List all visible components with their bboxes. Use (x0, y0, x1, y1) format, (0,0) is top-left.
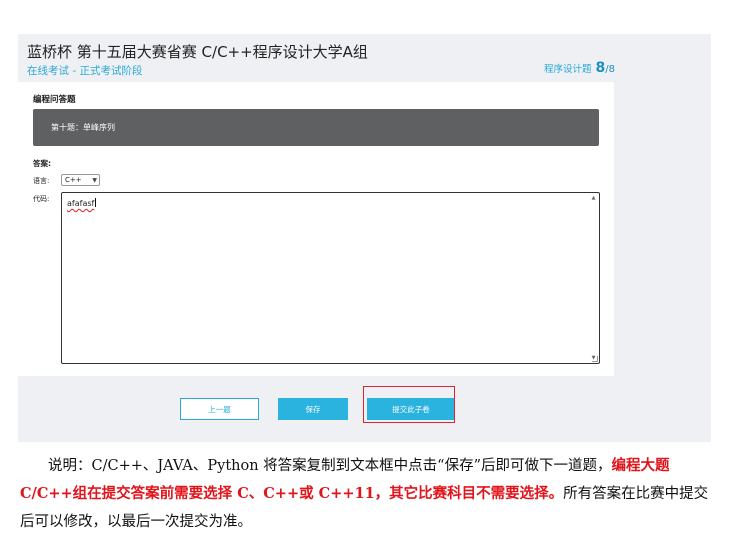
question-progress: 程序设计题 8/8 (544, 60, 615, 76)
scroll-up-icon[interactable]: ▲ (590, 195, 597, 201)
progress-total: /8 (605, 64, 615, 75)
vertical-scrollbar[interactable]: ▲ ▼ (590, 195, 597, 361)
code-text: afafasf (67, 199, 95, 208)
instruction-caption: 说明：C/C++、JAVA、Python 将答案复制到文本框中点击“保存”后即可… (20, 452, 718, 536)
chevron-down-icon: ▼ (92, 176, 97, 184)
question-title-bar: 第十题：单峰序列 (33, 109, 599, 146)
language-select[interactable]: C++ ▼ (61, 174, 100, 186)
exam-screenshot: 蓝桥杯 第十五届大赛省赛 C/C++程序设计大学A组 在线考试 - 正式考试阶段… (18, 34, 711, 442)
code-label: 代码: (33, 195, 50, 203)
language-selected-value: C++ (65, 176, 82, 184)
question-panel: 编程问答题 第十题：单峰序列 答案: 语言: C++ ▼ 代码: afafasf… (18, 82, 614, 376)
progress-current: 8 (595, 60, 606, 76)
resize-grip-icon[interactable] (592, 356, 598, 362)
question-title: 第十题：单峰序列 (51, 123, 115, 132)
exam-stage: 在线考试 - 正式考试阶段 (27, 65, 143, 77)
submit-paper-button[interactable]: 提交此子卷 (367, 398, 455, 420)
save-button[interactable]: 保存 (278, 398, 348, 420)
exam-title: 蓝桥杯 第十五届大赛省赛 C/C++程序设计大学A组 (27, 43, 368, 61)
caption-part1: 说明：C/C++、JAVA、Python 将答案复制到文本框中点击“保存”后即可… (48, 458, 612, 474)
prev-question-button[interactable]: 上一题 (180, 398, 259, 420)
language-label: 语言: (33, 177, 50, 185)
code-textarea[interactable]: afafasf ▲ ▼ (61, 192, 600, 364)
progress-label: 程序设计题 (544, 64, 592, 75)
answer-label: 答案: (33, 159, 51, 168)
section-heading: 编程问答题 (33, 95, 76, 105)
